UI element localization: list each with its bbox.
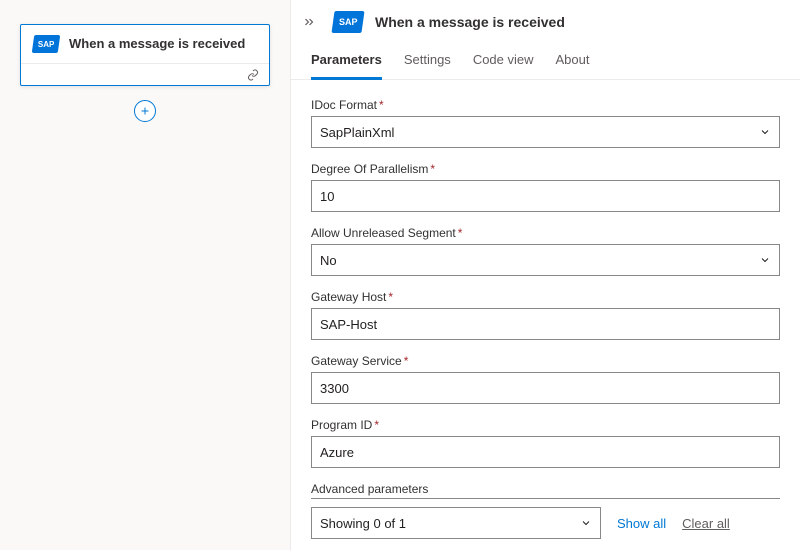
label-program-id: Program ID*	[311, 418, 780, 432]
field-allow-unreleased: Allow Unreleased Segment* No	[311, 226, 780, 276]
tab-settings[interactable]: Settings	[404, 44, 451, 80]
input-gateway-host[interactable]	[311, 308, 780, 340]
show-all-link[interactable]: Show all	[617, 516, 666, 531]
label-gateway-host: Gateway Host*	[311, 290, 780, 304]
field-gateway-host: Gateway Host*	[311, 290, 780, 340]
sap-icon: SAP	[32, 35, 61, 53]
select-advanced-parameters[interactable]: Showing 0 of 1	[311, 507, 601, 539]
connection-icon	[247, 69, 259, 81]
panel-tabs: Parameters Settings Code view About	[291, 44, 800, 80]
tab-parameters[interactable]: Parameters	[311, 44, 382, 80]
field-parallelism: Degree Of Parallelism*	[311, 162, 780, 212]
advanced-parameters-heading: Advanced parameters	[311, 482, 780, 499]
field-program-id: Program ID*	[311, 418, 780, 468]
label-allow-unreleased: Allow Unreleased Segment*	[311, 226, 780, 240]
select-allow-unreleased[interactable]: No	[311, 244, 780, 276]
chevron-down-icon	[580, 517, 592, 529]
tab-about[interactable]: About	[556, 44, 590, 80]
panel-title: When a message is received	[375, 14, 565, 30]
add-step-button[interactable]	[134, 100, 156, 122]
chevron-double-right-icon	[302, 15, 316, 29]
node-title: When a message is received	[69, 36, 245, 53]
node-header: SAP When a message is received	[21, 25, 269, 63]
chevron-down-icon	[759, 254, 771, 266]
field-gateway-service: Gateway Service*	[311, 354, 780, 404]
label-gateway-service: Gateway Service*	[311, 354, 780, 368]
input-gateway-service[interactable]	[311, 372, 780, 404]
input-program-id[interactable]	[311, 436, 780, 468]
tab-code-view[interactable]: Code view	[473, 44, 534, 80]
chevron-down-icon	[759, 126, 771, 138]
advanced-parameters-row: Showing 0 of 1 Show all Clear all	[311, 507, 780, 539]
input-parallelism[interactable]	[311, 180, 780, 212]
trigger-node[interactable]: SAP When a message is received	[20, 24, 270, 86]
parameters-body: IDoc Format* SapPlainXml Degree Of Paral…	[291, 80, 800, 550]
designer-canvas: SAP When a message is received	[0, 0, 290, 550]
select-value: Showing 0 of 1	[320, 516, 406, 531]
clear-all-link[interactable]: Clear all	[682, 516, 730, 531]
sap-icon: SAP	[331, 11, 364, 33]
node-footer	[21, 63, 269, 85]
plus-icon	[139, 105, 151, 117]
select-value: No	[320, 253, 337, 268]
select-value: SapPlainXml	[320, 125, 394, 140]
field-idoc-format: IDoc Format* SapPlainXml	[311, 98, 780, 148]
label-parallelism: Degree Of Parallelism*	[311, 162, 780, 176]
details-panel: SAP When a message is received Parameter…	[290, 0, 800, 550]
label-idoc-format: IDoc Format*	[311, 98, 780, 112]
select-idoc-format[interactable]: SapPlainXml	[311, 116, 780, 148]
collapse-panel-button[interactable]	[297, 10, 321, 34]
panel-header: SAP When a message is received	[291, 0, 800, 44]
